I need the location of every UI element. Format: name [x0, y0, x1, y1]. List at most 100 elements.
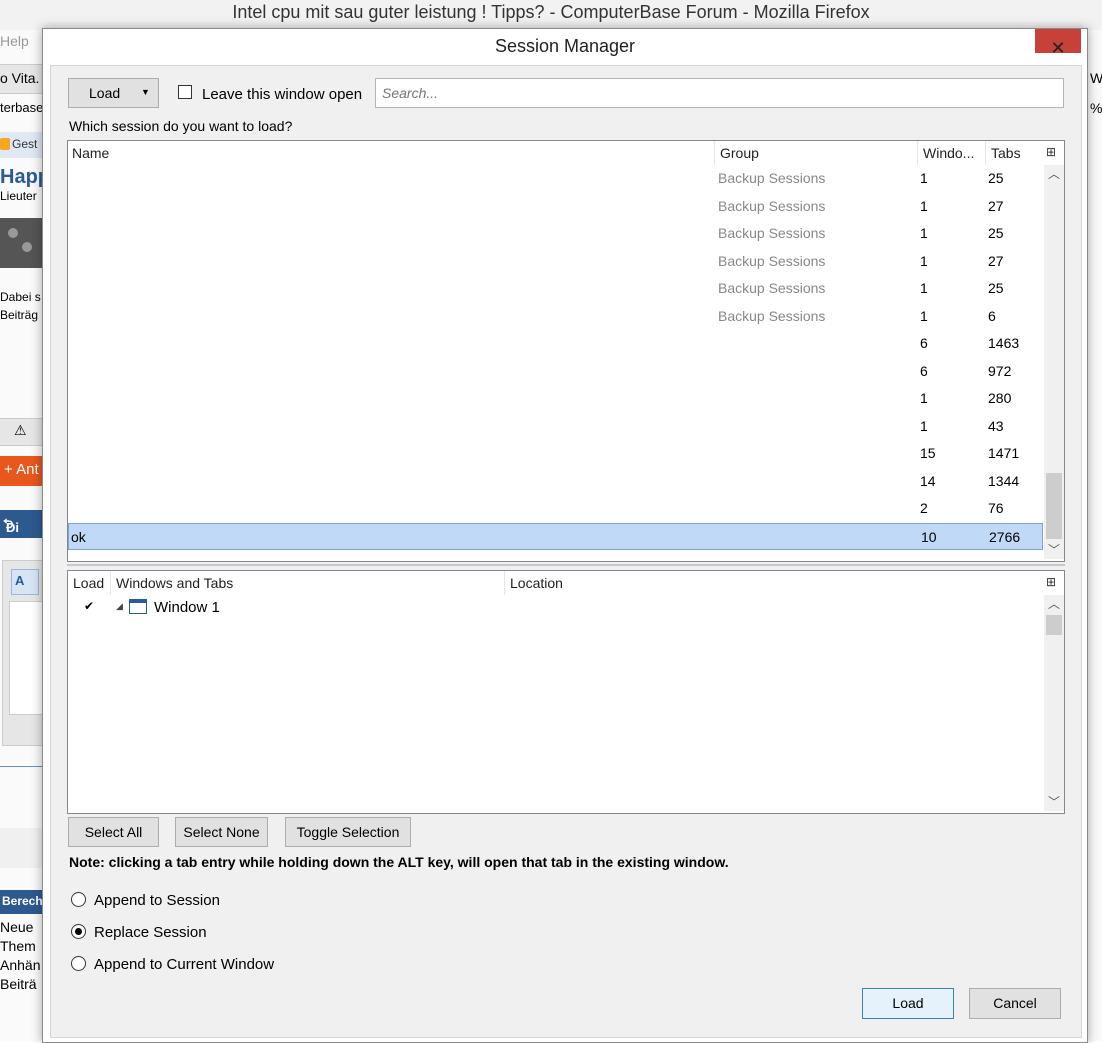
- scroll-thumb[interactable]: [1046, 615, 1062, 635]
- browser-titlebar: Intel cpu mit sau guter leistung ! Tipps…: [0, 0, 1102, 30]
- direct-link-label: ⮌ Di: [3, 516, 19, 535]
- table-row[interactable]: Backup Sessions 1 27: [68, 193, 1043, 221]
- dialog-title: Session Manager: [494, 36, 636, 56]
- cell-windows: 10: [921, 528, 937, 545]
- right-fragment-w: W: [1090, 70, 1102, 86]
- cell-windows: 1: [920, 280, 928, 296]
- column-header-windows-tabs[interactable]: Windows and Tabs: [116, 571, 233, 595]
- column-header-load[interactable]: Load: [73, 571, 104, 595]
- append-session-radio[interactable]: [71, 892, 86, 907]
- column-divider[interactable]: [110, 571, 111, 595]
- tree-scrollbar[interactable]: ︿ ﹀: [1044, 595, 1064, 811]
- user-info-line-1: Dabei s: [0, 290, 41, 304]
- column-picker-icon[interactable]: ⊞: [1046, 575, 1060, 589]
- divider: [0, 766, 44, 767]
- leave-open-label[interactable]: Leave this window open: [202, 86, 362, 103]
- column-header-windows[interactable]: Windo...: [923, 141, 974, 165]
- table-row[interactable]: 6 972: [68, 358, 1043, 386]
- append-current-window-radio[interactable]: [71, 956, 86, 971]
- table-row[interactable]: 15 1471: [68, 440, 1043, 468]
- cell-windows: 6: [920, 335, 928, 351]
- column-header-group[interactable]: Group: [720, 141, 759, 165]
- table-row[interactable]: 1 280: [68, 385, 1043, 413]
- replace-session-radio[interactable]: [71, 924, 86, 939]
- toggle-selection-button[interactable]: Toggle Selection: [285, 817, 411, 847]
- append-session-label[interactable]: Append to Session: [94, 892, 220, 909]
- cell-windows: 1: [920, 417, 928, 434]
- cell-tabs: 280: [988, 390, 1012, 406]
- tree-row-window[interactable]: ✔ ◢ Window 1: [68, 597, 1038, 619]
- scroll-up-icon[interactable]: ︿: [1044, 165, 1064, 183]
- column-header-tabs[interactable]: Tabs: [991, 141, 1021, 165]
- browser-page-left-strip: Help o Vita. terbase Gest Happ Lieuter D…: [0, 30, 44, 1041]
- table-row[interactable]: ok 10 2766: [68, 522, 1043, 550]
- footer-box: [0, 828, 44, 868]
- scroll-thumb[interactable]: [1046, 473, 1062, 539]
- tree-row-label: Window 1: [154, 599, 220, 616]
- table-row[interactable]: 14 1344: [68, 468, 1043, 496]
- table-row[interactable]: Backup Sessions 1 25: [68, 220, 1043, 248]
- scroll-down-icon[interactable]: ﹀: [1044, 541, 1064, 559]
- cancel-button[interactable]: Cancel: [969, 988, 1061, 1019]
- windows-tabs-tree[interactable]: Load Windows and Tabs Location ⊞ ✔ ◢ Win…: [67, 570, 1065, 814]
- dialog-titlebar: Session Manager ✕: [43, 29, 1087, 65]
- browser-tab[interactable]: o Vita.: [0, 64, 44, 94]
- cell-group: Backup Sessions: [718, 307, 826, 324]
- cell-windows: 1: [920, 390, 928, 406]
- warning-icon[interactable]: ⚠: [14, 422, 27, 439]
- scroll-down-icon[interactable]: ﹀: [1044, 793, 1064, 811]
- session-list-scrollbar[interactable]: ︿ ﹀: [1044, 165, 1064, 559]
- column-divider[interactable]: [714, 141, 715, 165]
- table-row[interactable]: Backup Sessions 1 6: [68, 303, 1043, 331]
- load-menu-label: Load: [89, 85, 121, 101]
- cell-tabs: 2766: [989, 528, 1021, 545]
- cell-windows: 2: [920, 500, 928, 516]
- column-header-location[interactable]: Location: [510, 571, 563, 595]
- load-button[interactable]: Load: [862, 988, 954, 1019]
- cell-tabs: 6: [988, 307, 996, 324]
- column-header-name[interactable]: Name: [72, 141, 109, 165]
- direct-link-bar[interactable]: ⮌ Di: [0, 510, 44, 538]
- permissions-list: Neue Them Anhän Beiträ: [0, 918, 40, 994]
- session-list[interactable]: Name Group Windo... Tabs ⊞ Backup Sessio…: [67, 140, 1065, 562]
- cell-tabs: 27: [988, 252, 1004, 269]
- load-question: Which session do you want to load?: [69, 118, 293, 134]
- permissions-header-label: Berech: [2, 894, 43, 908]
- expand-twisty-icon[interactable]: ◢: [116, 601, 123, 612]
- cell-windows: 15: [920, 445, 936, 461]
- table-row[interactable]: Backup Sessions 1 25: [68, 275, 1043, 303]
- load-menu-button[interactable]: Load ▼: [68, 78, 159, 108]
- close-icon: ✕: [1050, 38, 1066, 58]
- column-divider[interactable]: [504, 571, 505, 595]
- close-button[interactable]: ✕: [1035, 29, 1081, 58]
- scroll-up-icon[interactable]: ︿: [1044, 595, 1064, 613]
- select-none-button[interactable]: Select None: [175, 817, 268, 847]
- table-row[interactable]: 6 1463: [68, 330, 1043, 358]
- column-divider[interactable]: [985, 141, 986, 165]
- checkmark-icon[interactable]: ✔: [84, 599, 94, 613]
- browser-page-right-strip: W %: [1086, 30, 1102, 1041]
- url-bar-fragment[interactable]: terbase: [0, 100, 43, 115]
- table-row[interactable]: 2 76: [68, 495, 1043, 523]
- append-current-window-label[interactable]: Append to Current Window: [94, 956, 274, 973]
- reply-button[interactable]: + Ant: [0, 456, 44, 486]
- rss-link[interactable]: Gest: [0, 132, 44, 158]
- table-row[interactable]: Backup Sessions 1 25: [68, 165, 1043, 193]
- leave-open-checkbox[interactable]: [178, 85, 192, 99]
- column-picker-icon[interactable]: ⊞: [1046, 145, 1060, 159]
- dropdown-arrow-icon: ▼: [141, 87, 150, 97]
- permissions-item: Neue: [0, 919, 34, 935]
- search-input[interactable]: [375, 78, 1064, 108]
- table-row[interactable]: 1 43: [68, 413, 1043, 441]
- reply-button-label: + Ant: [4, 461, 39, 478]
- select-all-button[interactable]: Select All: [68, 817, 159, 847]
- editor-textarea[interactable]: [9, 601, 44, 715]
- pane-splitter[interactable]: [67, 564, 1065, 566]
- quick-reply-editor: A: [2, 560, 44, 746]
- menu-help[interactable]: Help: [0, 33, 29, 49]
- cell-tabs: 25: [988, 280, 1004, 296]
- font-format-icon[interactable]: A: [11, 569, 39, 595]
- replace-session-label[interactable]: Replace Session: [94, 924, 207, 941]
- table-row[interactable]: Backup Sessions 1 27: [68, 248, 1043, 276]
- column-divider[interactable]: [917, 141, 918, 165]
